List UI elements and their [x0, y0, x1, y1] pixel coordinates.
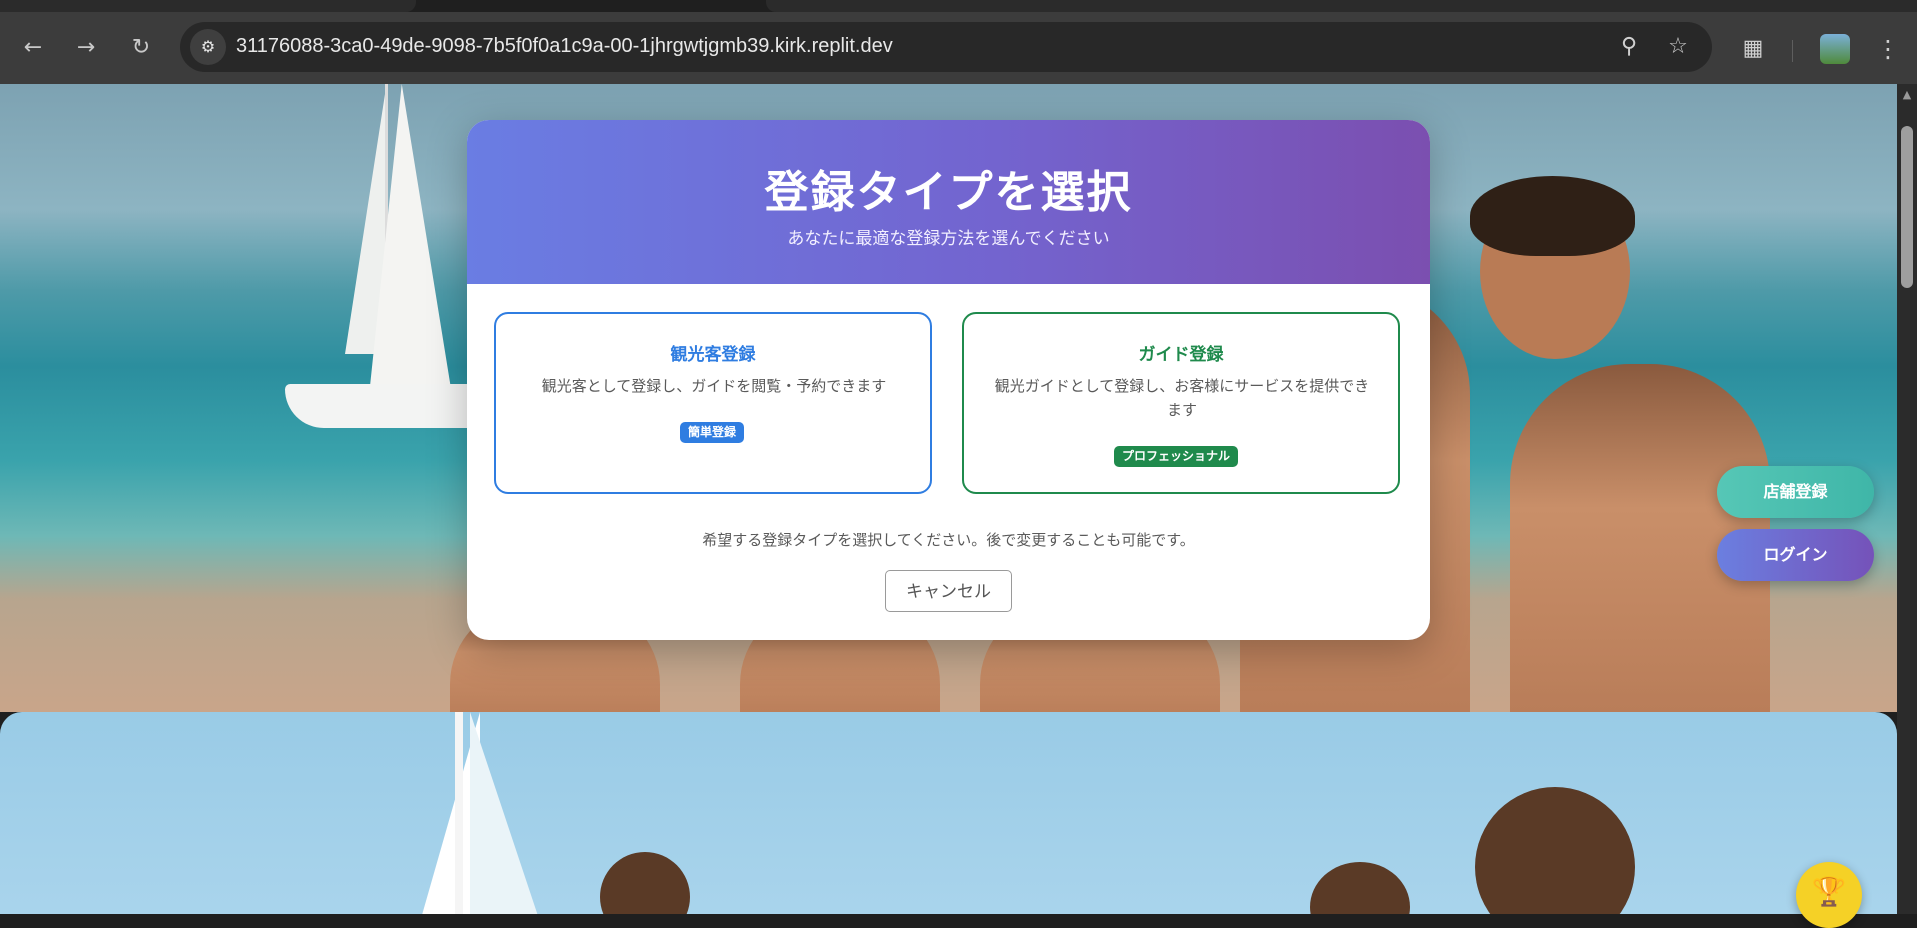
- guide-registration-option[interactable]: ガイド登録 観光ガイドとして登録し、お客様にサービスを提供できます プロフェッシ…: [962, 312, 1400, 494]
- scrollbar-thumb[interactable]: [1901, 126, 1913, 288]
- trophy-icon[interactable]: 🏆: [1796, 862, 1862, 928]
- tab-strip: [0, 0, 1917, 12]
- modal-subtitle: あなたに最適な登録方法を選んでください: [787, 229, 1110, 249]
- store-registration-button[interactable]: 店舗登録: [1717, 466, 1874, 518]
- option-title: ガイド登録: [1138, 345, 1224, 365]
- person-head: [1475, 787, 1635, 914]
- kebab-menu-icon[interactable]: ⋮: [1876, 34, 1900, 64]
- arrow-right-icon[interactable]: →: [72, 34, 100, 62]
- scroll-up-icon[interactable]: ▲: [1900, 88, 1914, 102]
- magnifier-icon[interactable]: ⚲: [1616, 34, 1642, 60]
- tourist-registration-option[interactable]: 観光客登録 観光客として登録し、ガイドを閲覧・予約できます 簡単登録: [494, 312, 932, 494]
- tune-icon[interactable]: ⚙: [190, 29, 226, 65]
- option-badge: プロフェッショナル: [1114, 446, 1239, 467]
- arrow-left-icon[interactable]: ←: [19, 34, 47, 62]
- person-head: [600, 852, 690, 914]
- toolbar-divider: [1792, 40, 1793, 62]
- modal-title: 登録タイプを選択: [764, 167, 1133, 218]
- option-description: 観光ガイドとして登録し、お客様にサービスを提供できます: [994, 377, 1370, 419]
- star-icon[interactable]: ☆: [1665, 34, 1691, 60]
- profile-avatar[interactable]: [1820, 34, 1850, 64]
- option-title: 観光客登録: [670, 345, 756, 365]
- modal-hint: 希望する登録タイプを選択してください。後で変更することも可能です。: [702, 531, 1195, 549]
- url-text[interactable]: 31176088-3ca0-49de-9098-7b5f0f0a1c9a-00-…: [236, 35, 893, 58]
- browser-toolbar: ← → ↻ ⚙ 31176088-3ca0-49de-9098-7b5f0f0a…: [0, 12, 1917, 84]
- registration-type-modal: 登録タイプを選択 あなたに最適な登録方法を選んでください 観光客登録 観光客とし…: [467, 120, 1430, 640]
- section-background: [0, 712, 1897, 914]
- option-description: 観光客として登録し、ガイドを閲覧・予約できます: [541, 377, 887, 395]
- address-bar[interactable]: ⚙ 31176088-3ca0-49de-9098-7b5f0f0a1c9a-0…: [180, 22, 1712, 72]
- cancel-button[interactable]: キャンセル: [885, 570, 1012, 612]
- sailboat-sail: [470, 712, 540, 914]
- reload-icon[interactable]: ↻: [127, 34, 155, 62]
- browser-tab[interactable]: [766, 0, 1917, 12]
- modal-header: 登録タイプを選択 あなたに最適な登録方法を選んでください: [467, 120, 1430, 284]
- person-hair: [1470, 176, 1635, 256]
- person-head: [1310, 862, 1410, 914]
- sailboat-mast: [455, 712, 463, 914]
- puzzle-icon[interactable]: ▦: [1738, 34, 1768, 64]
- browser-tab[interactable]: [0, 0, 416, 12]
- option-badge: 簡単登録: [680, 422, 745, 443]
- login-button[interactable]: ログイン: [1717, 529, 1874, 581]
